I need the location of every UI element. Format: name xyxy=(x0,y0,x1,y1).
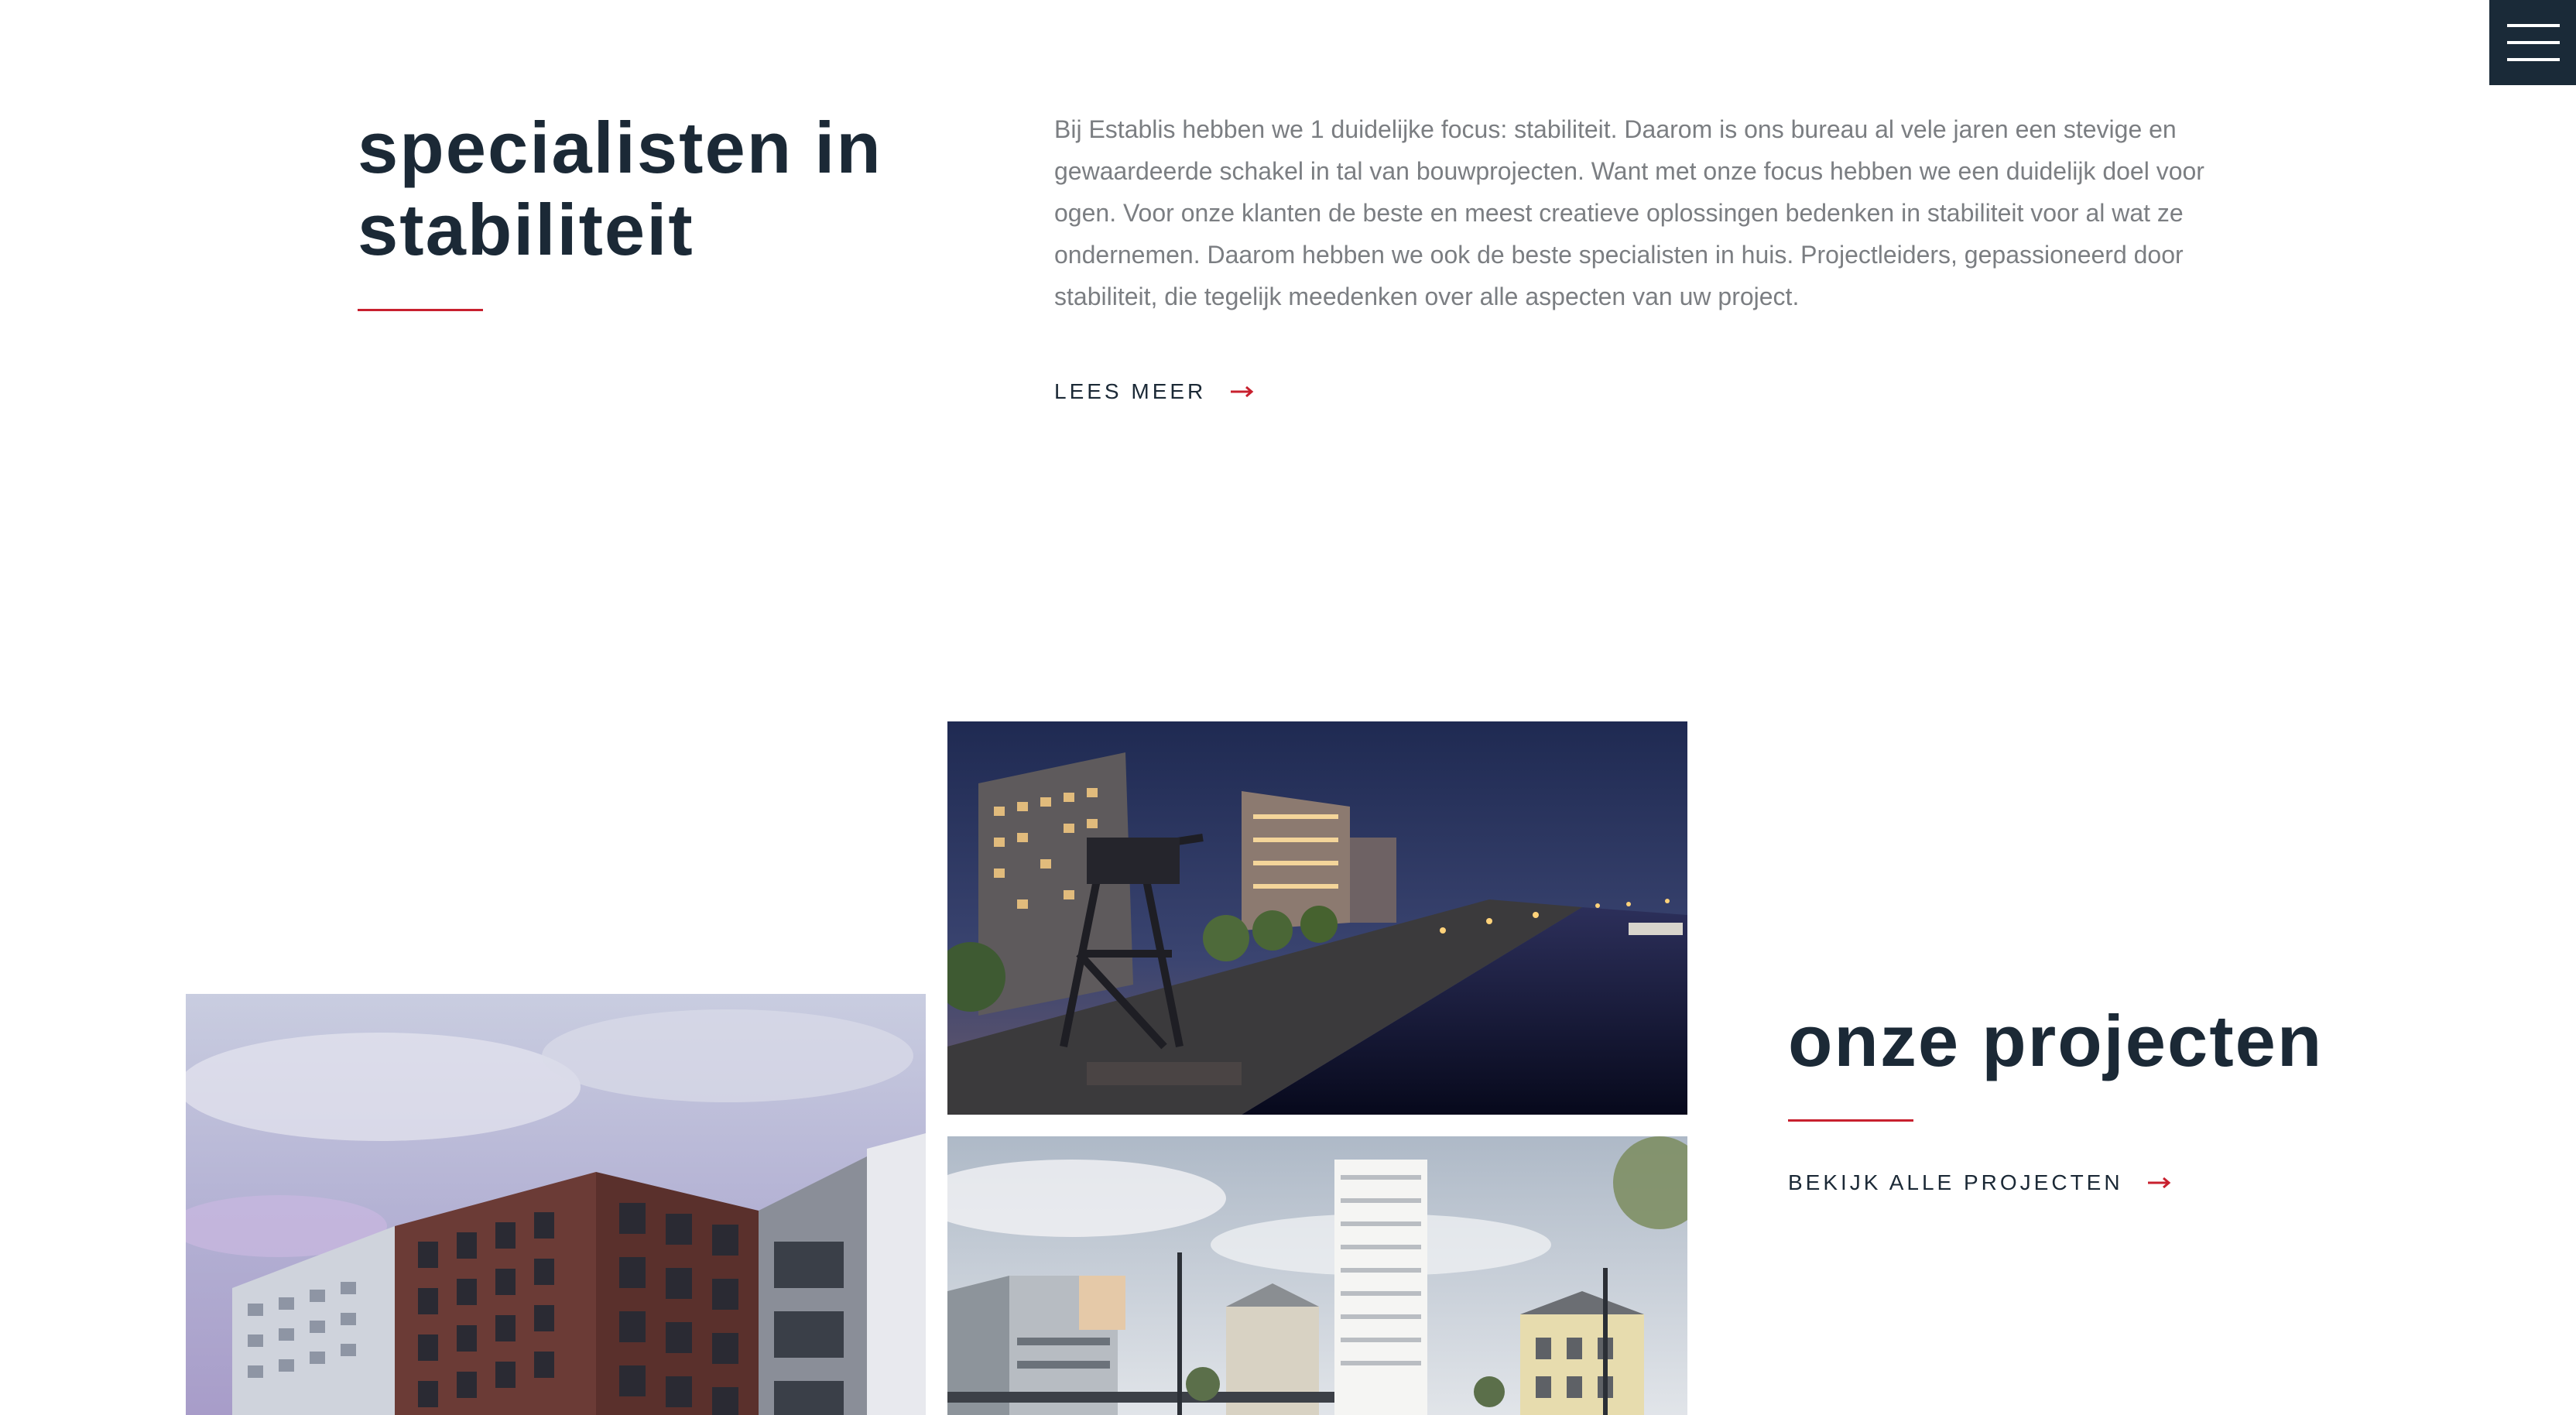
arrow-right-icon xyxy=(2147,1177,2173,1188)
projects-title: onze projecten xyxy=(1788,1000,2324,1081)
intro-title: specialisten in stabiliteit xyxy=(358,107,977,271)
hamburger-menu-button[interactable] xyxy=(2489,0,2576,85)
intro-accent-divider xyxy=(358,309,483,311)
intro-title-line-1: specialisten in xyxy=(358,107,882,188)
arrow-right-icon xyxy=(1231,386,1255,397)
project-image-station-square[interactable] xyxy=(947,1136,1687,1415)
projects-accent-divider xyxy=(1788,1119,1913,1122)
intro-paragraph: Bij Establis hebben we 1 duidelijke focu… xyxy=(1054,115,2204,310)
project-image-riverside-night[interactable] xyxy=(947,721,1687,1115)
lees-meer-label: LEES MEER xyxy=(1054,379,1207,403)
bekijk-alle-projecten-link[interactable]: BEKIJK ALLE PROJECTEN xyxy=(1788,1170,2173,1195)
bekijk-alle-projecten-label: BEKIJK ALLE PROJECTEN xyxy=(1788,1170,2123,1194)
project-image-brick-apartments[interactable] xyxy=(186,994,926,1415)
page: specialisten in stabiliteit Bij Establis… xyxy=(0,0,2576,1415)
lees-meer-link[interactable]: LEES MEER xyxy=(1054,379,1255,404)
intro-title-line-2: stabiliteit xyxy=(358,189,694,270)
